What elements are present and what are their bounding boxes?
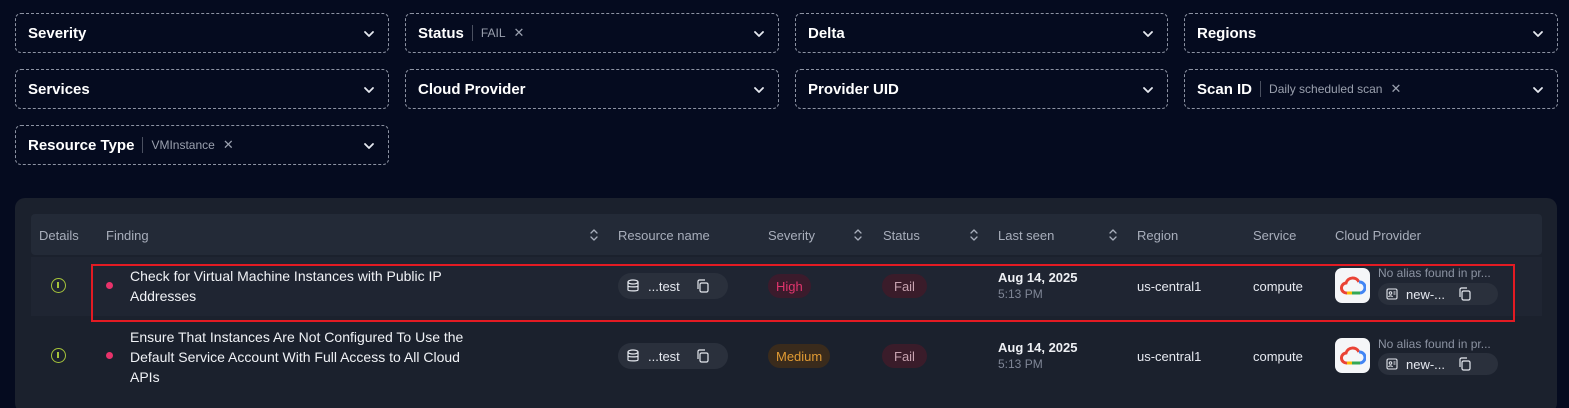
divider (471, 25, 473, 41)
filter-regions[interactable]: Regions (1184, 13, 1558, 53)
column-header-status[interactable]: Status (883, 228, 920, 243)
status-badge: Fail (882, 344, 927, 368)
column-header-finding[interactable]: Finding (106, 228, 149, 243)
chevron-down-icon (364, 143, 374, 149)
column-header-severity[interactable]: Severity (768, 228, 815, 243)
resource-pill[interactable]: ...test (618, 343, 728, 369)
column-header-resource-name: Resource name (618, 228, 710, 243)
account-alias: No alias found in pr... (1378, 337, 1491, 351)
filter-label: Status (418, 24, 464, 42)
google-cloud-icon (1335, 338, 1370, 373)
filter-severity[interactable]: Severity (15, 13, 389, 53)
copy-icon[interactable] (1458, 357, 1472, 371)
filter-value: VMInstance (151, 138, 215, 152)
chevron-down-icon (1533, 31, 1543, 37)
filter-label: Provider UID (808, 80, 899, 98)
chevron-down-icon (754, 31, 764, 37)
id-card-icon (1386, 358, 1398, 370)
divider (1260, 81, 1262, 97)
database-icon (627, 349, 639, 362)
region-cell: us-central1 (1137, 349, 1202, 364)
filter-scan-id[interactable]: Scan ID Daily scheduled scan ✕ (1184, 69, 1558, 109)
chevron-down-icon (1143, 31, 1153, 37)
divider (142, 137, 144, 153)
close-icon[interactable]: ✕ (514, 25, 525, 41)
filter-label: Delta (808, 24, 845, 42)
last-seen-time: 5:13 PM (998, 357, 1043, 371)
resource-name: ...test (648, 348, 680, 364)
sort-icon[interactable] (969, 228, 979, 242)
info-icon[interactable] (51, 278, 66, 293)
filter-status[interactable]: Status FAIL ✕ (405, 13, 779, 53)
info-icon[interactable] (51, 348, 66, 363)
chevron-down-icon (364, 87, 374, 93)
sort-icon[interactable] (1108, 228, 1118, 242)
column-header-cloud-provider: Cloud Provider (1335, 228, 1421, 243)
chevron-down-icon (1533, 87, 1543, 93)
filter-delta[interactable]: Delta (795, 13, 1168, 53)
filter-value: Daily scheduled scan (1269, 82, 1383, 96)
highlight-box (91, 264, 1515, 322)
finding-line: Default Service Account With Full Access… (130, 349, 460, 365)
severity-badge: Medium (768, 344, 831, 368)
filter-label: Regions (1197, 24, 1257, 42)
provider-uid: new-... (1406, 356, 1446, 372)
filter-cloud-provider[interactable]: Cloud Provider (405, 69, 779, 109)
severity-dot (106, 352, 113, 359)
finding-line: Ensure That Instances Are Not Configured… (130, 329, 464, 345)
column-header-details: Details (39, 228, 79, 243)
column-header-region: Region (1137, 228, 1179, 243)
finding-line: APIs (130, 369, 160, 385)
finding-title[interactable]: Ensure That Instances Are Not Configured… (130, 327, 463, 387)
filter-label: Scan ID (1197, 80, 1253, 98)
filter-value: FAIL (480, 26, 506, 40)
filter-provider-uid[interactable]: Provider UID (795, 69, 1168, 109)
sort-icon[interactable] (589, 228, 599, 242)
close-icon[interactable]: ✕ (1390, 81, 1401, 97)
column-header-last-seen[interactable]: Last seen (998, 228, 1054, 243)
service-cell: compute (1253, 349, 1303, 364)
last-seen-date: Aug 14, 2025 (998, 340, 1078, 355)
close-icon[interactable]: ✕ (223, 137, 234, 153)
chevron-down-icon (754, 87, 764, 93)
provider-uid-pill[interactable]: new-... (1378, 353, 1498, 375)
chevron-down-icon (364, 31, 374, 37)
column-header-service: Service (1253, 228, 1297, 243)
sort-icon[interactable] (853, 228, 863, 242)
chevron-down-icon (1143, 87, 1153, 93)
filter-resource-type[interactable]: Resource Type VMInstance ✕ (15, 125, 389, 165)
filter-label: Resource Type (28, 136, 135, 154)
copy-icon[interactable] (696, 349, 710, 363)
filter-label: Services (28, 80, 90, 98)
filter-services[interactable]: Services (15, 69, 389, 109)
filter-label: Cloud Provider (418, 80, 526, 98)
filter-label: Severity (28, 24, 87, 42)
